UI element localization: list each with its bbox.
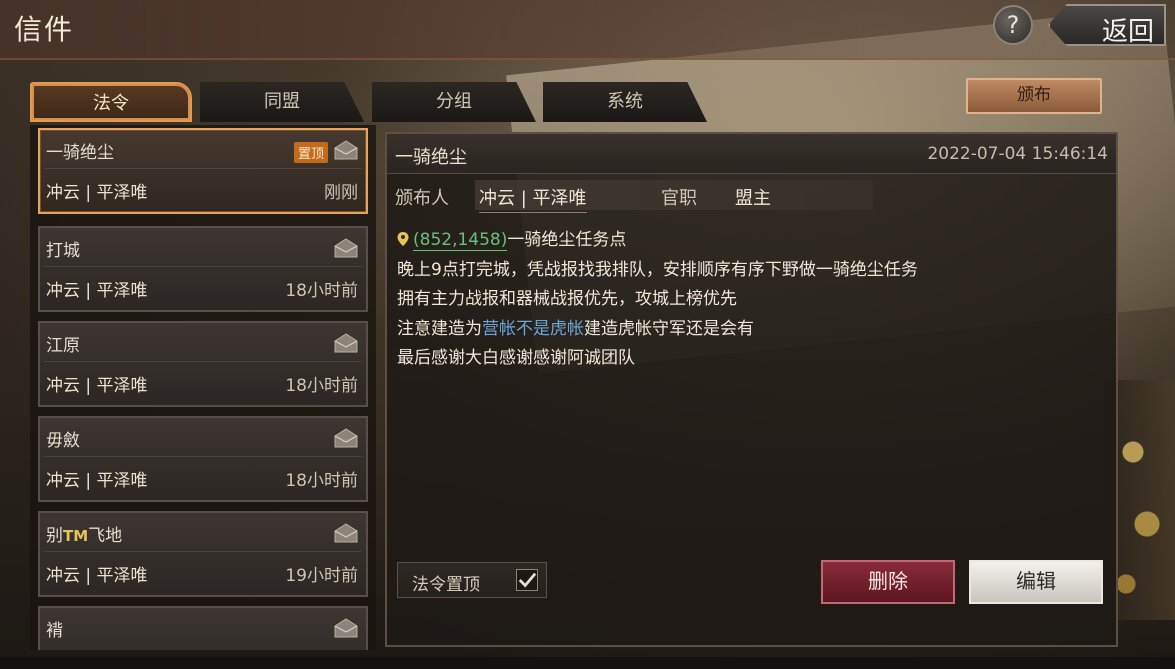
list-item[interactable]: 一骑绝尘 置顶 冲云 | 平泽唯 刚刚 bbox=[38, 128, 368, 214]
tab-decree[interactable]: 法令 bbox=[30, 82, 192, 122]
content-text: 一骑绝尘任务点 bbox=[507, 230, 627, 250]
tab-system[interactable]: 系统 bbox=[543, 82, 707, 122]
envelope-open-icon bbox=[334, 618, 358, 638]
back-label: 返回 bbox=[1101, 17, 1154, 47]
checkmark-icon bbox=[518, 572, 537, 588]
item-title: 毋斂 bbox=[46, 431, 80, 451]
detail-timestamp: 2022-07-04 15:46:14 bbox=[927, 144, 1108, 164]
list-item[interactable]: 江原 冲云 | 平泽唯 18小时前 bbox=[38, 321, 368, 407]
item-sender: 冲云 | 平泽唯 bbox=[46, 281, 148, 301]
tab-group[interactable]: 分组 bbox=[372, 82, 536, 122]
envelope-open-icon bbox=[334, 333, 358, 353]
edit-button[interactable]: 编辑 bbox=[969, 560, 1103, 604]
item-title: 褙 bbox=[46, 621, 63, 641]
list-item[interactable]: 打城 冲云 | 平泽唯 18小时前 bbox=[38, 226, 368, 312]
pin-decree-toggle[interactable]: 法令置顶 bbox=[397, 562, 547, 598]
highlight-text: 营帐不是虎帐 bbox=[482, 318, 584, 339]
back-button[interactable]: 返回 bbox=[1048, 4, 1166, 46]
item-time: 18小时前 bbox=[285, 471, 358, 491]
item-time: 18小时前 bbox=[285, 376, 358, 396]
item-sender: 冲云 | 平泽唯 bbox=[46, 566, 148, 586]
item-title-tm: TM bbox=[63, 527, 89, 545]
envelope-open-icon bbox=[334, 428, 358, 448]
item-title-prefix: 别 bbox=[46, 526, 63, 546]
divider bbox=[44, 456, 362, 457]
position-label: 官职 bbox=[661, 188, 697, 209]
content-line: 晚上9点打完城，凭战报找我排队，安排顺序有序下野做一骑绝尘任务 bbox=[397, 259, 918, 280]
item-title-suffix: 飞地 bbox=[88, 526, 123, 546]
item-sender: 冲云 | 平泽唯 bbox=[46, 376, 148, 396]
item-title: 一骑绝尘 bbox=[46, 143, 114, 163]
pinned-badge: 置顶 bbox=[293, 142, 328, 163]
delete-button[interactable]: 删除 bbox=[821, 560, 955, 604]
list-item[interactable]: 别TM飞地 冲云 | 平泽唯 19小时前 bbox=[38, 511, 368, 597]
item-title: 别TM飞地 bbox=[46, 521, 122, 546]
divider bbox=[44, 551, 362, 552]
issue-button[interactable]: 颁布 bbox=[966, 78, 1102, 114]
detail-header: 一骑绝尘 2022-07-04 15:46:14 bbox=[387, 134, 1116, 174]
footer-strip bbox=[0, 657, 1175, 669]
item-sender: 冲云 | 平泽唯 bbox=[46, 471, 148, 491]
content-text: 注意建造为 bbox=[397, 318, 482, 339]
item-sender: 冲云 | 平泽唯 bbox=[46, 183, 148, 203]
coordinate-link[interactable]: (852,1458) bbox=[413, 230, 508, 251]
item-time: 18小时前 bbox=[285, 281, 358, 301]
divider bbox=[44, 266, 362, 267]
item-time: 刚刚 bbox=[324, 183, 358, 203]
envelope-open-icon bbox=[334, 140, 358, 160]
content-line: 注意建造为营帐不是虎帐建造虎帐守军还是会有 bbox=[397, 315, 1107, 345]
pin-toggle-label: 法令置顶 bbox=[412, 575, 480, 595]
content-text: 建造虎帐守军还是会有 bbox=[584, 318, 754, 339]
top-bar: 信件 ? 返回 bbox=[0, 0, 1175, 60]
issuer-label: 颁布人 bbox=[395, 188, 449, 209]
divider bbox=[44, 361, 362, 362]
help-button[interactable]: ? bbox=[993, 5, 1033, 45]
issuer-name[interactable]: 冲云 | 平泽唯 bbox=[479, 184, 587, 213]
content-line: 拥有主力战报和器械战报优先，攻城上榜优先 bbox=[397, 289, 737, 309]
content-line: (852,1458)一骑绝尘任务点 bbox=[397, 226, 1107, 256]
content-line: 最后感谢大白感谢感谢阿诚团队 bbox=[397, 348, 635, 368]
decree-content: (852,1458)一骑绝尘任务点 晚上9点打完城，凭战报找我排队，安排顺序有序… bbox=[397, 226, 1107, 374]
item-title: 打城 bbox=[46, 241, 80, 261]
detail-title: 一骑绝尘 bbox=[395, 147, 467, 168]
envelope-open-icon bbox=[334, 523, 358, 543]
item-time: 19小时前 bbox=[285, 566, 358, 586]
page-title: 信件 bbox=[14, 13, 75, 46]
envelope-open-icon bbox=[334, 238, 358, 258]
pin-checkbox[interactable] bbox=[516, 569, 538, 591]
list-item[interactable]: 褙 bbox=[38, 606, 368, 650]
detail-meta: 颁布人 冲云 | 平泽唯 官职 盟主 bbox=[387, 180, 1116, 213]
position-value: 盟主 bbox=[735, 188, 771, 209]
list-item[interactable]: 毋斂 冲云 | 平泽唯 18小时前 bbox=[38, 416, 368, 502]
decree-list[interactable]: 一骑绝尘 置顶 冲云 | 平泽唯 刚刚 打城 冲云 | 平泽唯 18小时前 江原… bbox=[30, 125, 376, 650]
tab-alliance[interactable]: 同盟 bbox=[200, 82, 364, 122]
map-pin-icon bbox=[397, 232, 409, 246]
divider bbox=[44, 168, 362, 169]
item-title: 江原 bbox=[46, 336, 80, 356]
decree-detail-panel: 一骑绝尘 2022-07-04 15:46:14 颁布人 冲云 | 平泽唯 官职… bbox=[385, 132, 1118, 647]
